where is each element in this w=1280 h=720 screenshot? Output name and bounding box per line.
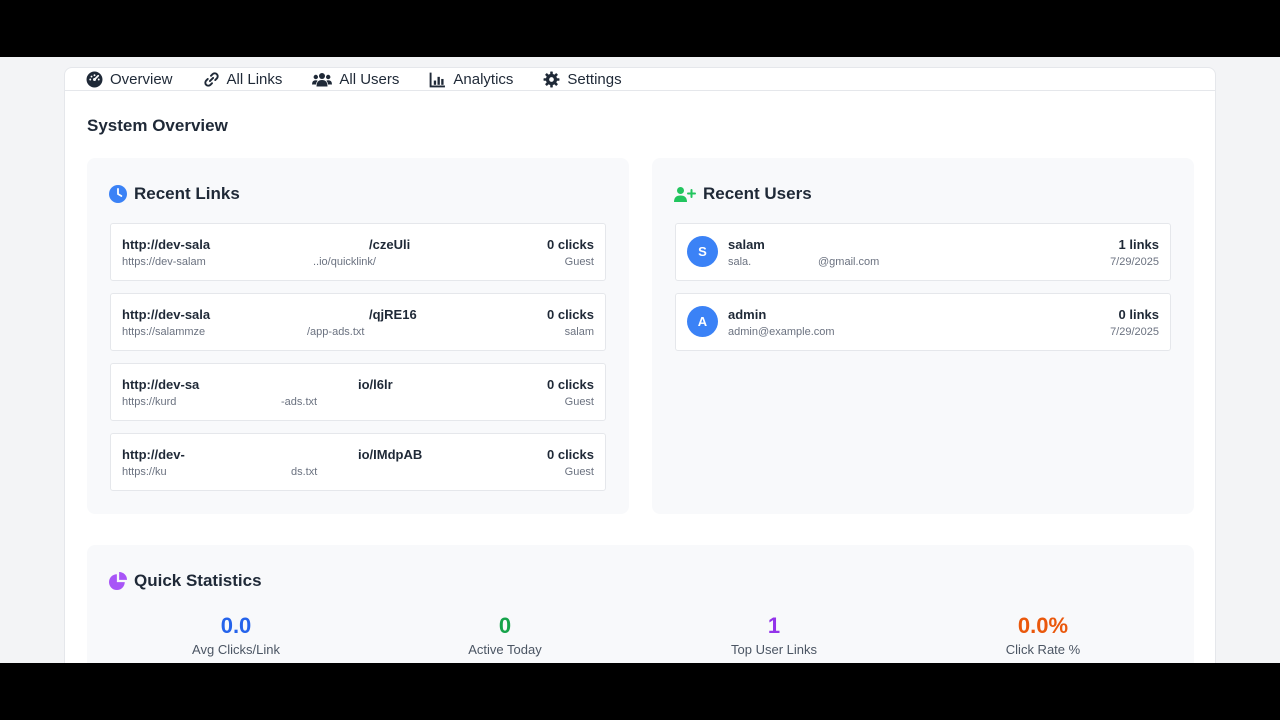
original-url-suffix: ds.txt xyxy=(291,466,318,478)
short-url[interactable]: http://dev-sa xyxy=(122,377,199,392)
stat-label: Avg Clicks/Link xyxy=(192,642,280,657)
stat-top-user-links: 1 Top User Links xyxy=(674,613,874,657)
original-url: https://salammze xyxy=(122,326,206,338)
stat-label: Click Rate % xyxy=(1005,642,1081,657)
short-url[interactable]: http://dev-sala xyxy=(122,237,210,252)
card-title-label: Recent Users xyxy=(703,184,812,203)
pie-chart-icon xyxy=(109,572,127,590)
user-plus-icon xyxy=(674,187,696,202)
link-owner: Guest xyxy=(564,396,594,408)
quick-statistics-heading: Quick Statistics xyxy=(109,571,262,591)
user-name: admin xyxy=(728,307,767,322)
link-owner: Guest xyxy=(564,256,594,268)
short-url[interactable]: http://dev- xyxy=(122,447,185,462)
stat-active-today: 0 Active Today xyxy=(405,613,605,657)
link-row[interactable]: http://dev-sala /qjRE16 https://salammze… xyxy=(110,293,606,351)
link-row[interactable]: http://dev-sala /czeUli https://dev-sala… xyxy=(110,223,606,281)
original-url-suffix: /app-ads.txt xyxy=(307,326,365,338)
link-owner: Guest xyxy=(564,466,594,478)
tab-analytics[interactable]: Analytics xyxy=(429,68,513,91)
chart-icon xyxy=(430,72,446,87)
avatar: A xyxy=(687,306,718,337)
user-email-domain: @gmail.com xyxy=(818,256,880,268)
short-url-suffix: /czeUli xyxy=(369,237,411,252)
card-title-label: Recent Links xyxy=(134,184,240,203)
short-url-suffix: /qjRE16 xyxy=(369,307,417,322)
tab-label: All Users xyxy=(339,70,400,88)
users-icon xyxy=(312,72,333,86)
user-link-count: 0 links xyxy=(1118,307,1159,322)
tab-label: Overview xyxy=(110,70,173,88)
gear-icon xyxy=(543,71,560,87)
click-count: 0 clicks xyxy=(547,237,594,252)
recent-links-heading: Recent Links xyxy=(109,184,240,204)
tab-settings[interactable]: Settings xyxy=(543,68,622,91)
click-count: 0 clicks xyxy=(547,307,594,322)
user-link-count: 1 links xyxy=(1118,237,1159,252)
tab-all-links[interactable]: All Links xyxy=(203,68,283,91)
tab-label: Analytics xyxy=(453,70,514,88)
user-row[interactable]: S salam sala. @gmail.com 1 links 7/29/20… xyxy=(675,223,1171,281)
tab-label: Settings xyxy=(567,70,622,88)
stat-value: 0.0 xyxy=(220,613,252,638)
app-viewport: Overview All Links All Users Analytics S… xyxy=(0,57,1280,663)
short-url[interactable]: http://dev-sala xyxy=(122,307,210,322)
tab-label: All Links xyxy=(226,70,283,88)
card-title-label: Quick Statistics xyxy=(134,571,262,590)
link-owner: salam xyxy=(564,326,594,338)
link-icon xyxy=(203,71,219,87)
short-url-suffix: io/l6lr xyxy=(358,377,393,392)
original-url-suffix: -ads.txt xyxy=(281,396,318,408)
user-name: salam xyxy=(728,237,765,252)
tab-overview[interactable]: Overview xyxy=(86,68,173,91)
recent-users-heading: Recent Users xyxy=(674,184,812,204)
stat-avg-clicks: 0.0 Avg Clicks/Link xyxy=(136,613,336,657)
page-title: System Overview xyxy=(87,116,228,135)
stat-label: Active Today xyxy=(468,642,542,657)
stat-value: 1 xyxy=(767,613,781,638)
dashboard-icon xyxy=(86,71,103,87)
original-url: https://ku xyxy=(122,466,167,478)
clock-icon xyxy=(109,185,127,203)
user-row[interactable]: A admin admin@example.com 0 links 7/29/2… xyxy=(675,293,1171,351)
avatar: S xyxy=(687,236,718,267)
original-url: https://kurd xyxy=(122,396,177,408)
stat-value: 0 xyxy=(498,613,512,638)
user-email: sala. xyxy=(728,256,752,268)
click-count: 0 clicks xyxy=(547,447,594,462)
tab-all-users[interactable]: All Users xyxy=(312,68,399,91)
user-email: admin@example.com xyxy=(728,326,835,338)
recent-users-card: Recent Users S salam sala. @gmail.com 1 … xyxy=(652,158,1194,514)
link-row[interactable]: http://dev-sa io/l6lr https://kurd -ads.… xyxy=(110,363,606,421)
original-url: https://dev-salam xyxy=(122,256,206,268)
link-row[interactable]: http://dev- io/IMdpAB https://ku ds.txt … xyxy=(110,433,606,491)
stat-label: Top User Links xyxy=(731,642,817,657)
stat-click-rate: 0.0% Click Rate % xyxy=(943,613,1143,657)
quick-statistics-card: Quick Statistics 0.0 Avg Clicks/Link 0 A… xyxy=(87,545,1194,663)
tab-bar: Overview All Links All Users Analytics S… xyxy=(65,68,1215,91)
user-join-date: 7/29/2025 xyxy=(1110,326,1159,338)
original-url-suffix: ..io/quicklink/ xyxy=(313,256,376,268)
recent-links-card: Recent Links http://dev-sala /czeUli htt… xyxy=(87,158,629,514)
stat-value: 0.0% xyxy=(1017,613,1069,638)
short-url-suffix: io/IMdpAB xyxy=(358,447,423,462)
user-join-date: 7/29/2025 xyxy=(1110,256,1159,268)
admin-panel: Overview All Links All Users Analytics S… xyxy=(64,67,1216,663)
click-count: 0 clicks xyxy=(547,377,594,392)
